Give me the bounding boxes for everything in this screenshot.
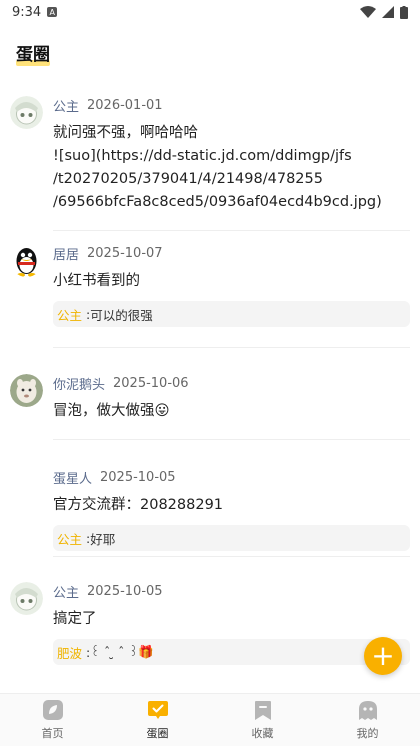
post-date: 2025-10-05 [87, 583, 163, 599]
battery-icon [400, 5, 408, 19]
page-title: 蛋圈 [16, 40, 50, 66]
post-content[interactable]: 搞定了 [53, 608, 410, 631]
chat-check-icon [147, 699, 169, 721]
author-name[interactable]: 蛋星人 [53, 468, 92, 487]
bottom-tab-bar: 首页 蛋圈 收藏 我的 [0, 693, 420, 746]
post-content[interactable]: 冒泡，做大做强😛 [53, 400, 410, 423]
post-item[interactable]: 蛋星人 2025-10-05 官方交流群：208288291 公主 : 好耶 [0, 440, 420, 557]
reply-item[interactable]: 公主 : 好耶 [53, 525, 410, 551]
plus-icon: + [371, 639, 395, 672]
ghost-icon [357, 699, 379, 721]
post-content[interactable]: 就问强不强，啊哈哈哈 ![suo](https://dd-static.jd.c… [53, 122, 410, 214]
reply-author[interactable]: 公主 [57, 529, 82, 548]
status-time: 9:34 [12, 4, 42, 20]
bookmark-icon [252, 699, 274, 721]
leaf-icon [42, 699, 64, 721]
page-title-text: 蛋圈 [16, 45, 50, 65]
status-icons [360, 5, 408, 19]
reply-item[interactable]: 肥波 : ꒰ ˆ ̮ ˆ ꒱🎁 [53, 639, 410, 665]
author-name[interactable]: 公主 [53, 582, 79, 601]
post-meta: 公主 2026-01-01 [53, 96, 410, 115]
tab-profile[interactable]: 我的 [315, 694, 420, 746]
reply-item[interactable]: 公主 : 可以的很强 [53, 301, 410, 327]
notification-icon: A [47, 7, 58, 17]
avatar[interactable] [10, 96, 43, 129]
reply-text: ꒰ ˆ ̮ ˆ ꒱🎁 [90, 644, 154, 659]
add-post-button[interactable]: + [364, 637, 402, 675]
author-name[interactable]: 居居 [53, 244, 79, 263]
post-date: 2025-10-05 [100, 469, 176, 485]
post-content[interactable]: 小红书看到的 [53, 270, 410, 293]
avatar[interactable] [10, 582, 43, 615]
avatar[interactable] [10, 374, 43, 407]
reply-author[interactable]: 公主 [57, 305, 82, 324]
post-item[interactable]: 公主 2026-01-01 就问强不强，啊哈哈哈 ![suo](https://… [0, 86, 420, 231]
post-date: 2025-10-06 [113, 375, 189, 391]
tab-home[interactable]: 首页 [0, 694, 105, 746]
tab-circle-label: 蛋圈 [146, 727, 169, 740]
signal-icon [382, 6, 394, 18]
post-meta: 你泥鹅头 2025-10-06 [53, 374, 410, 393]
post-content[interactable]: 官方交流群：208288291 [53, 494, 410, 517]
post-meta: 公主 2025-10-05 [53, 582, 410, 601]
tab-favorites-label: 收藏 [251, 727, 274, 740]
author-name[interactable]: 你泥鹅头 [53, 374, 105, 393]
reply-text: 好耶 [90, 531, 116, 547]
post-item[interactable]: 公主 2025-10-05 搞定了 肥波 : ꒰ ˆ ̮ ˆ ꒱🎁 [0, 557, 420, 677]
status-bar: 9:34 A [0, 0, 420, 24]
reply-author[interactable]: 肥波 [57, 643, 82, 662]
tab-circle[interactable]: 蛋圈 [105, 694, 210, 746]
feed-list[interactable]: 公主 2026-01-01 就问强不强，啊哈哈哈 ![suo](https://… [0, 86, 420, 677]
avatar[interactable] [10, 244, 43, 277]
post-meta: 居居 2025-10-07 [53, 244, 410, 263]
post-item[interactable]: 居居 2025-10-07 小红书看到的 公主 : 可以的很强 [0, 231, 420, 348]
tab-favorites[interactable]: 收藏 [210, 694, 315, 746]
post-date: 2026-01-01 [87, 97, 163, 113]
post-item[interactable]: 你泥鹅头 2025-10-06 冒泡，做大做强😛 [0, 348, 420, 440]
post-date: 2025-10-07 [87, 245, 163, 261]
wifi-icon [360, 6, 376, 18]
reply-text: 可以的很强 [90, 307, 153, 323]
tab-home-label: 首页 [41, 727, 64, 740]
post-meta: 蛋星人 2025-10-05 [53, 468, 410, 487]
author-name[interactable]: 公主 [53, 96, 79, 115]
tab-profile-label: 我的 [356, 727, 379, 740]
